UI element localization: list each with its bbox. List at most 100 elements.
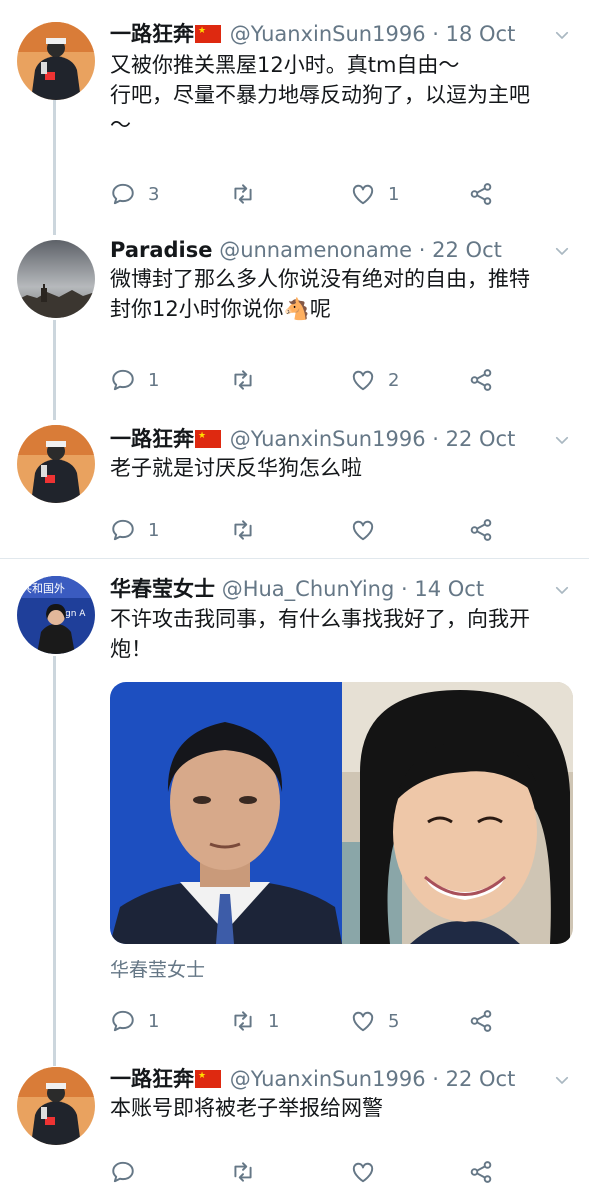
like-button[interactable]: 1 [350, 179, 399, 209]
share-icon [468, 517, 494, 543]
author-name[interactable]: Paradise [110, 238, 213, 262]
heart-icon [350, 1159, 376, 1185]
author-name[interactable]: 一路狂奔 [110, 427, 194, 451]
author-handle[interactable]: @YuanxinSun1996 [230, 22, 426, 46]
reply-button[interactable]: 3 [110, 179, 159, 209]
retweet-icon [230, 1008, 256, 1034]
chevron-down-icon[interactable] [553, 26, 571, 44]
tweet-date[interactable]: 14 Oct [414, 577, 484, 601]
reply-icon [110, 1008, 136, 1034]
heart-icon [350, 367, 376, 393]
tweet[interactable]: 一路狂奔 ★ @YuanxinSun1996 · 22 Oct 老子就是讨厌反华狗… [0, 415, 589, 558]
tweet-text: 又被你推关黑屋12小时。真tm自由～ 行吧，尽量不暴力地辱反动狗了，以逗为主吧 … [110, 50, 580, 140]
like-button[interactable]: 2 [350, 365, 399, 395]
tweet-text-line: 不许攻击我同事，有什么事找我好了，向我开 [110, 607, 530, 631]
share-button[interactable] [468, 1006, 494, 1036]
tweet-text-line: 微博封了那么多人你说没有绝对的自由，推特 [110, 267, 530, 291]
like-button[interactable]: 5 [350, 1006, 399, 1036]
retweet-icon [230, 517, 256, 543]
tweet-text-line: 本账号即将被老子举报给网警 [110, 1096, 383, 1120]
reply-button[interactable]: 1 [110, 515, 159, 545]
avatar[interactable] [17, 240, 95, 318]
reply-icon [110, 181, 136, 207]
like-count: 5 [388, 1010, 400, 1032]
heart-icon [350, 517, 376, 543]
retweet-icon [230, 367, 256, 393]
share-button[interactable] [468, 1157, 494, 1187]
tweet[interactable]: Paradise @unnamenoname · 22 Oct 微博封了那么多人… [0, 230, 589, 415]
separator-dot: · [418, 238, 426, 262]
heart-icon [350, 1008, 376, 1034]
retweet-button[interactable] [230, 515, 268, 545]
like-button[interactable] [350, 515, 388, 545]
reply-icon [110, 517, 136, 543]
reply-icon [110, 1159, 136, 1185]
separator-dot: · [432, 1067, 439, 1091]
avatar[interactable] [17, 425, 95, 503]
tweet-date[interactable]: 18 Oct [446, 22, 516, 46]
like-button[interactable] [350, 1157, 388, 1187]
tweet-text: 不许攻击我同事，有什么事找我好了，向我开 炮！ [110, 604, 580, 664]
media-source-label[interactable]: 华春莹女士 [110, 955, 205, 982]
reply-button[interactable] [110, 1157, 148, 1187]
china-flag-icon: ★ [195, 1070, 221, 1088]
svg-text:共和国外: 共和国外 [21, 582, 65, 595]
tweet-text-line: 老子就是讨厌反华狗怎么啦 [110, 456, 362, 480]
retweet-button[interactable] [230, 179, 268, 209]
author-name[interactable]: 一路狂奔 [110, 22, 194, 46]
share-icon [468, 181, 494, 207]
chevron-down-icon[interactable] [553, 431, 571, 449]
tweet[interactable]: 共和国外 gn A 华春莹女士 @Hua_ChunYing · 14 Oct 不… [0, 559, 589, 1059]
action-bar: 3 1 [110, 179, 570, 209]
retweet-icon [230, 181, 256, 207]
reply-button[interactable]: 1 [110, 1006, 159, 1036]
share-icon [468, 1008, 494, 1034]
action-bar [110, 1157, 570, 1187]
tweet-text-line: 封你12小时你说你🐴呢 [110, 297, 331, 321]
author-name[interactable]: 华春莹女士 [110, 577, 215, 601]
reply-count: 1 [148, 1010, 160, 1032]
author-name[interactable]: 一路狂奔 [110, 1067, 194, 1091]
retweet-count: 1 [268, 1010, 280, 1032]
avatar[interactable] [17, 1067, 95, 1145]
tweet-image[interactable] [110, 682, 573, 944]
tweet-text-line: ～ [110, 113, 131, 137]
retweet-button[interactable] [230, 1157, 268, 1187]
reply-count: 3 [148, 183, 160, 205]
chevron-down-icon[interactable] [553, 242, 571, 260]
tweet[interactable]: 一路狂奔 ★ @YuanxinSun1996 · 18 Oct 又被你推关黑屋12… [0, 0, 589, 230]
tweet-text-line: 又被你推关黑屋12小时。真tm自由～ [110, 53, 460, 77]
reply-button[interactable]: 1 [110, 365, 159, 395]
heart-icon [350, 181, 376, 207]
share-button[interactable] [468, 515, 494, 545]
chevron-down-icon[interactable] [553, 581, 571, 599]
tweet-date[interactable]: 22 Oct [446, 1067, 516, 1091]
retweet-button[interactable]: 1 [230, 1006, 279, 1036]
separator-dot: · [401, 577, 408, 601]
author-handle[interactable]: @unnamenoname [219, 238, 412, 262]
reply-count: 1 [148, 369, 160, 391]
avatar[interactable] [17, 22, 95, 100]
share-button[interactable] [468, 179, 494, 209]
action-bar: 1 1 5 [110, 1006, 570, 1036]
author-handle[interactable]: @YuanxinSun1996 [230, 1067, 426, 1091]
share-icon [468, 367, 494, 393]
avatar[interactable]: 共和国外 gn A [17, 576, 95, 654]
china-flag-icon: ★ [195, 430, 221, 448]
tweet-date[interactable]: 22 Oct [446, 427, 516, 451]
tweet-text: 微博封了那么多人你说没有绝对的自由，推特 封你12小时你说你🐴呢 [110, 264, 580, 324]
retweet-button[interactable] [230, 365, 268, 395]
tweet[interactable]: 一路狂奔 ★ @YuanxinSun1996 · 22 Oct 本账号即将被老子举… [0, 1059, 589, 1200]
author-handle[interactable]: @YuanxinSun1996 [230, 427, 426, 451]
tweet-text-line: 炮！ [110, 637, 152, 661]
reply-count: 1 [148, 519, 160, 541]
share-icon [468, 1159, 494, 1185]
separator-dot: · [432, 427, 439, 451]
author-handle[interactable]: @Hua_ChunYing [222, 577, 395, 601]
tweet-date[interactable]: 22 Oct [432, 238, 502, 262]
share-button[interactable] [468, 365, 494, 395]
china-flag-icon: ★ [195, 25, 221, 43]
chevron-down-icon[interactable] [553, 1071, 571, 1089]
action-bar: 1 2 [110, 365, 570, 395]
tweet-text: 本账号即将被老子举报给网警 [110, 1093, 580, 1123]
